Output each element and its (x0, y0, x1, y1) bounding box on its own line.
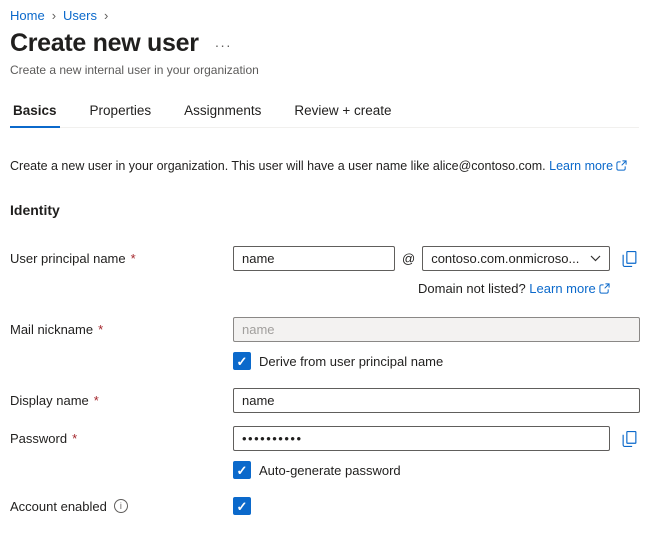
password-label: Password * (10, 431, 233, 446)
mail-nickname-input (233, 317, 640, 342)
tab-basics[interactable]: Basics (10, 97, 60, 127)
required-asterisk: * (94, 393, 99, 408)
password-control (233, 426, 638, 451)
tab-review-create[interactable]: Review + create (291, 97, 394, 127)
account-enabled-label-text: Account enabled (10, 499, 107, 514)
tab-assignments[interactable]: Assignments (181, 97, 264, 127)
upn-control: @ contoso.com.onmicroso... (233, 246, 638, 271)
account-enabled-row: Account enabled i ✓ (10, 497, 639, 515)
auto-generate-password-checkbox[interactable]: ✓ (233, 461, 251, 479)
upn-row: User principal name * @ contoso.com.onmic… (10, 246, 639, 271)
mail-nickname-label: Mail nickname * (10, 322, 233, 337)
display-name-label: Display name * (10, 393, 233, 408)
info-icon[interactable]: i (114, 499, 128, 513)
domain-dropdown[interactable]: contoso.com.onmicroso... (422, 246, 610, 271)
page-title: Create new user (10, 29, 199, 58)
account-enabled-label: Account enabled i (10, 499, 233, 514)
domain-dropdown-value: contoso.com.onmicroso... (431, 251, 579, 266)
copy-icon[interactable] (621, 250, 638, 268)
mail-nickname-control (233, 317, 640, 342)
copy-icon[interactable] (621, 430, 638, 448)
display-name-label-text: Display name (10, 393, 89, 408)
display-name-row: Display name * (10, 388, 639, 413)
domain-hint: Domain not listed? Learn more (418, 281, 639, 297)
auto-generate-checkbox-row: ✓ Auto-generate password (233, 461, 639, 479)
account-enabled-checkbox[interactable]: ✓ (233, 497, 251, 515)
chevron-right-icon: › (104, 9, 108, 22)
checkmark-icon: ✓ (237, 355, 248, 368)
password-input[interactable] (233, 426, 610, 451)
chevron-down-icon (590, 255, 601, 262)
domain-hint-text: Domain not listed? (418, 281, 526, 296)
learn-more-label: Learn more (549, 159, 613, 173)
basics-form: User principal name * @ contoso.com.onmic… (10, 246, 639, 515)
account-enabled-control: ✓ (233, 497, 251, 515)
checkmark-icon: ✓ (237, 500, 248, 513)
intro-sentence: Create a new user in your organization. … (10, 159, 546, 173)
chevron-right-icon: › (52, 9, 56, 22)
learn-more-label: Learn more (529, 281, 595, 296)
page-subtitle: Create a new internal user in your organ… (10, 63, 639, 77)
breadcrumb-home-link[interactable]: Home (10, 8, 45, 23)
mail-nickname-label-text: Mail nickname (10, 322, 93, 337)
derive-checkbox-label: Derive from user principal name (259, 354, 443, 369)
password-row: Password * (10, 426, 639, 451)
breadcrumb: Home › Users › (10, 6, 639, 27)
required-asterisk: * (98, 322, 103, 337)
external-link-icon (599, 282, 610, 297)
checkmark-icon: ✓ (237, 464, 248, 477)
intro-text: Create a new user in your organization. … (10, 159, 639, 174)
required-asterisk: * (72, 431, 77, 446)
upn-label-text: User principal name (10, 251, 126, 266)
derive-checkbox-row: ✓ Derive from user principal name (233, 352, 639, 370)
password-label-text: Password (10, 431, 67, 446)
intro-learn-more-link[interactable]: Learn more (549, 159, 627, 173)
display-name-input[interactable] (233, 388, 640, 413)
tab-properties[interactable]: Properties (87, 97, 155, 127)
more-options-icon[interactable]: ··· (215, 37, 232, 53)
upn-label: User principal name * (10, 251, 233, 266)
domain-learn-more-link[interactable]: Learn more (529, 281, 609, 296)
create-user-page: Home › Users › Create new user ··· Creat… (0, 0, 651, 515)
external-link-icon (616, 160, 627, 174)
at-sign: @ (402, 251, 415, 266)
mail-nickname-row: Mail nickname * (10, 317, 639, 342)
identity-section-heading: Identity (10, 202, 639, 218)
display-name-control (233, 388, 640, 413)
page-header: Create new user ··· (10, 27, 639, 58)
required-asterisk: * (131, 251, 136, 266)
auto-generate-checkbox-label: Auto-generate password (259, 463, 401, 478)
tab-bar: Basics Properties Assignments Review + c… (10, 97, 639, 128)
derive-from-upn-checkbox[interactable]: ✓ (233, 352, 251, 370)
upn-input[interactable] (233, 246, 395, 271)
breadcrumb-users-link[interactable]: Users (63, 8, 97, 23)
